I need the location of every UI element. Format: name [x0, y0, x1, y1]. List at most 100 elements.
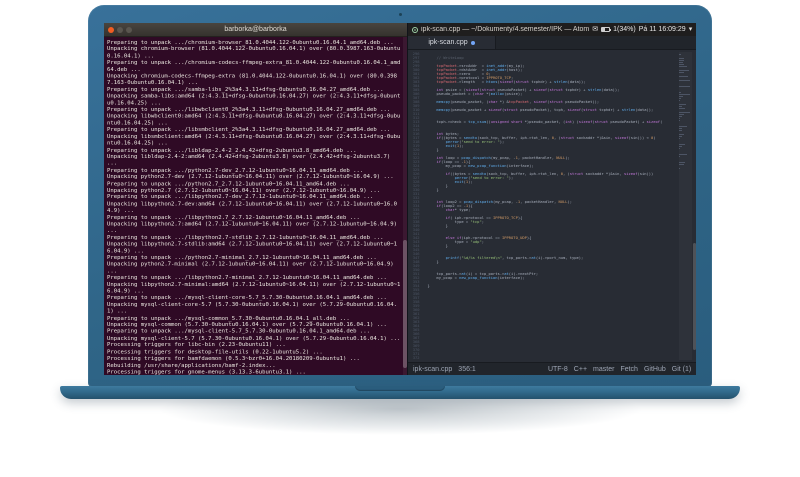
minimap[interactable] — [679, 52, 692, 360]
terminal-line: Preparing to unpack .../mysql-client-5.7… — [107, 328, 370, 335]
terminal-scrollbar[interactable] — [403, 37, 407, 375]
terminal-line: Preparing to unpack .../mysql-common_5.7… — [107, 314, 350, 322]
webcam-icon — [399, 13, 402, 16]
battery-icon[interactable] — [601, 27, 612, 32]
minimap-line — [679, 116, 682, 117]
minimap-line — [679, 126, 687, 127]
terminal-output: Preparing to unpack .../chromium-browser… — [107, 39, 401, 375]
terminal-line: Preparing to unpack .../chromium-codecs-… — [107, 59, 401, 73]
window-title: ipk-scan.cpp — ~/Dokumenty/4.semester/IP… — [421, 26, 590, 33]
laptop-notch — [355, 386, 445, 391]
editor-scrollbar-thumb[interactable] — [693, 243, 696, 350]
status-item-fetch[interactable]: Fetch — [620, 366, 638, 373]
minimap-line — [679, 156, 680, 157]
code-editor[interactable]: 296 297 // WriteLoop 298 299 tcpPacket->src… — [408, 50, 696, 362]
terminal-line: Unpacking chromium-codecs-ffmpeg-extra (… — [107, 72, 397, 86]
code-line: 310 memcpy(pseudo_packet + sizeof(struct… — [408, 108, 688, 112]
terminal-line: Unpacking libwbclient0:amd64 (2:4.3.11+d… — [107, 112, 401, 127]
minimap-line — [679, 92, 681, 93]
terminal-line: Processing triggers for bamfdaemon (0.5.… — [107, 355, 360, 362]
terminal-line: Preparing to unpack .../libpython2.7_2.7… — [107, 213, 360, 221]
terminal-line: Rebuilding /usr/share/applications/bamf-… — [107, 361, 276, 369]
terminal-titlebar[interactable]: barborka@barborka — [104, 23, 407, 37]
laptop-lid: barborka@barborka Preparing to unpack ..… — [88, 5, 712, 387]
modified-dot-icon — [470, 40, 475, 45]
minimap-line — [679, 66, 688, 67]
minimap-line — [679, 70, 689, 71]
minimap-line — [679, 154, 688, 155]
terminal-line: Preparing to unpack .../libldap-2.4-2_2.… — [107, 146, 357, 153]
line-number: 372 — [412, 355, 420, 360]
minimap-line — [679, 60, 685, 61]
terminal-line: Unpacking mysql-client-5.7 (5.7.30-0ubun… — [107, 334, 401, 342]
mail-icon[interactable]: ✉ — [592, 26, 598, 33]
minimap-line — [679, 94, 691, 95]
minimap-line — [679, 138, 681, 139]
terminal-line: Preparing to unpack .../libpython2.7-dev… — [107, 193, 374, 201]
terminal-body[interactable]: Preparing to unpack .../chromium-browser… — [104, 37, 407, 375]
terminal-line: Preparing to unpack .../samba-libs_2%3a4… — [107, 86, 384, 93]
status-item-c-[interactable]: C++ — [574, 366, 587, 373]
terminal-line: Unpacking chromium-browser (81.0.4044.12… — [107, 45, 401, 59]
minimap-line — [679, 164, 685, 165]
minimap-line — [679, 120, 680, 121]
terminal-line: Preparing to unpack .../chromium-browser… — [107, 39, 394, 46]
minimap-line — [679, 76, 688, 77]
minimap-line — [679, 130, 682, 131]
minimap-line — [679, 128, 682, 129]
status-left: ipk-scan.cpp 356:1 — [413, 366, 476, 373]
laptop-screen: barborka@barborka Preparing to unpack ..… — [104, 23, 696, 375]
laptop-base — [60, 386, 740, 399]
terminal-line: Unpacking libpython2.7-stdlib:amd64 (2.7… — [107, 240, 397, 254]
status-item-master[interactable]: master — [593, 366, 614, 373]
clock[interactable]: Pá 11 16:09:29 — [639, 26, 686, 33]
terminal-line: Preparing to unpack .../libsmbclient_2%3… — [107, 126, 391, 133]
minimap-line — [679, 134, 685, 135]
terminal-line: Processing triggers for gnome-menus (3.1… — [107, 368, 306, 375]
minimap-line — [679, 86, 691, 87]
terminal-line: Processing triggers for desktop-file-uti… — [107, 348, 323, 355]
minimap-line — [679, 118, 681, 119]
terminal-line: Unpacking python2.7 (2.7.12-1ubuntu0~16.… — [107, 186, 381, 194]
minimap-line — [679, 144, 685, 145]
tab-ipk-scan[interactable]: ipk-scan.cpp — [408, 36, 496, 49]
terminal-line: Preparing to unpack .../python2.7-minima… — [107, 254, 377, 261]
terminal-window: barborka@barborka Preparing to unpack ..… — [104, 23, 408, 375]
desktop-mockup: barborka@barborka Preparing to unpack ..… — [0, 0, 800, 477]
top-panel: ipk-scan.cpp — ~/Dokumenty/4.semester/IP… — [408, 23, 696, 36]
editor-scrollbar[interactable] — [693, 50, 696, 362]
minimap-line — [679, 72, 685, 73]
minimap-line — [679, 136, 683, 137]
session-chevron-icon[interactable]: ▾ — [689, 26, 693, 33]
minimap-line — [679, 64, 684, 65]
terminal-line: Preparing to unpack .../python2.7-dev_2.… — [107, 166, 364, 174]
status-item-utf-8[interactable]: UTF-8 — [548, 366, 568, 373]
terminal-line: Unpacking libpython2.7:amd64 (2.7.12-1ub… — [107, 220, 401, 234]
minimap-line — [679, 114, 684, 115]
minimap-line — [679, 100, 680, 101]
minimap-line — [679, 58, 685, 59]
status-bar: ipk-scan.cpp 356:1 UTF-8 C++ master Fetch Git… — [408, 362, 696, 375]
atom-icon — [412, 26, 418, 33]
terminal-title: barborka@barborka — [224, 26, 287, 33]
minimap-line — [679, 112, 691, 113]
terminal-line: Preparing to unpack .../libpython2.7-std… — [107, 234, 384, 241]
status-item-git-1-[interactable]: Git (1) — [672, 366, 691, 373]
status-item-github[interactable]: GitHub — [644, 366, 666, 373]
terminal-line: Processing triggers for libc-bin (2.23-0… — [107, 341, 286, 349]
minimap-line — [679, 148, 681, 149]
terminal-scrollbar-thumb[interactable] — [403, 239, 407, 369]
code-lines: 296 297 // WriteLoop 298 299 tcpPacket->src… — [408, 52, 688, 360]
tab-bar: ipk-scan.cpp — [408, 36, 696, 50]
code-line: 372 — [408, 356, 688, 360]
status-item-ipk-scan-cpp[interactable]: ipk-scan.cpp — [413, 366, 452, 373]
minimap-line — [679, 146, 683, 147]
status-item-356-1[interactable]: 356:1 — [458, 366, 476, 373]
laptop-shadow — [90, 396, 710, 468]
terminal-line: Unpacking mysql-common (5.7.30-0ubuntu0.… — [107, 321, 387, 328]
code-line: 313 tcph->check = tcp_csum((unsigned sho… — [408, 120, 688, 124]
terminal-line: Preparing to unpack .../python2.7_2.7.12… — [107, 180, 350, 187]
tab-label: ipk-scan.cpp — [428, 39, 468, 46]
minimap-line — [679, 96, 684, 97]
minimap-line — [679, 62, 683, 63]
